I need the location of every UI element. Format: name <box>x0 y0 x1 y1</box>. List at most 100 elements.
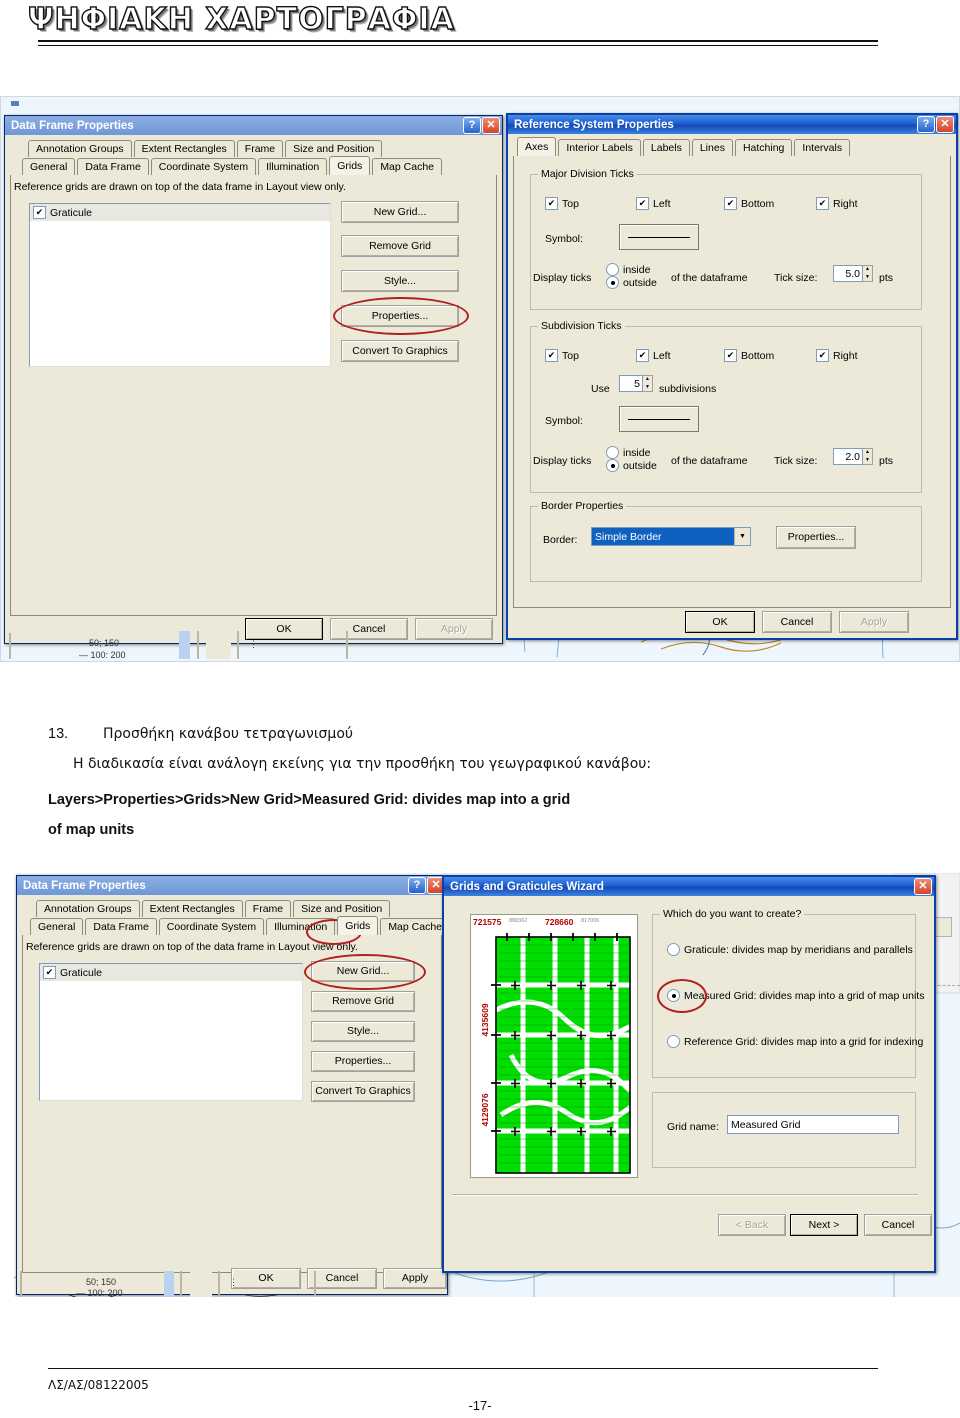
radio-icon[interactable] <box>667 943 680 956</box>
reference-system-properties-dialog[interactable]: Reference System Properties ? ✕ Axes Int… <box>506 113 958 640</box>
tab-map-cache[interactable]: Map Cache <box>372 158 443 175</box>
stepper-up-icon[interactable]: ▲ <box>643 376 652 384</box>
check-right[interactable]: ✔ Right <box>816 349 858 362</box>
checkbox-icon[interactable]: ✔ <box>545 197 558 210</box>
radio-icon[interactable] <box>606 276 619 289</box>
tab-annotation-groups[interactable]: Annotation Groups <box>36 900 140 917</box>
option-reference-grid[interactable]: Reference Grid: divides map into a grid … <box>667 1035 923 1048</box>
border-select[interactable]: Simple Border ▼ <box>591 527 751 546</box>
tab-general[interactable]: General <box>22 158 76 175</box>
option-measured-grid[interactable]: Measured Grid: divides map into a grid o… <box>667 989 924 1002</box>
data-frame-properties-dialog[interactable]: Data Frame Properties ? ✕ Annotation Gro… <box>4 115 503 644</box>
check-bottom[interactable]: ✔ Bottom <box>724 349 774 362</box>
check-top[interactable]: ✔ Top <box>545 349 579 362</box>
stepper-down-icon[interactable]: ▼ <box>863 274 872 282</box>
tab-labels[interactable]: Labels <box>642 139 690 156</box>
help-icon[interactable]: ? <box>917 116 935 133</box>
ok-button[interactable]: OK <box>231 1268 301 1289</box>
checkbox-icon[interactable]: ✔ <box>724 197 737 210</box>
cancel-button[interactable]: Cancel <box>307 1268 377 1289</box>
tab-extent-rectangles[interactable]: Extent Rectangles <box>141 900 243 917</box>
symbol-preview-button[interactable] <box>619 406 699 432</box>
tab-grids[interactable]: Grids <box>329 156 371 175</box>
stepper-arrows[interactable]: ▲ ▼ <box>863 265 873 282</box>
tick-size-stepper[interactable]: 5.0 ▲ ▼ <box>833 265 873 282</box>
ok-button[interactable]: OK <box>245 618 323 640</box>
subdivisions-stepper[interactable]: 5 ▲ ▼ <box>619 375 653 392</box>
legend-scroll-thumb[interactable] <box>179 631 190 659</box>
checkbox-icon[interactable]: ✔ <box>724 349 737 362</box>
stepper-down-icon[interactable]: ▼ <box>863 457 872 465</box>
tab-data-frame[interactable]: Data Frame <box>77 158 149 175</box>
grids-and-graticules-wizard-dialog[interactable]: Grids and Graticules Wizard ✕ 721575 888… <box>442 875 936 1273</box>
properties-button[interactable]: Properties... <box>341 305 459 327</box>
legend-scroll-thumb[interactable] <box>164 1271 174 1297</box>
help-icon[interactable]: ? <box>408 877 426 894</box>
radio-icon[interactable] <box>667 1035 680 1048</box>
radio-inside[interactable]: inside <box>606 263 650 276</box>
tab-coordinate-system[interactable]: Coordinate System <box>158 918 265 935</box>
tab-hatching[interactable]: Hatching <box>734 139 793 156</box>
radio-icon[interactable] <box>667 989 680 1002</box>
cancel-button[interactable]: Cancel <box>762 611 832 633</box>
border-properties-button[interactable]: Properties... <box>776 526 856 549</box>
tab-extent-rectangles[interactable]: Extent Rectangles <box>133 140 235 157</box>
cancel-button[interactable]: Cancel <box>330 618 408 640</box>
checkbox-icon[interactable]: ✔ <box>636 197 649 210</box>
list-item[interactable]: ✔ Graticule <box>40 964 302 981</box>
tab-map-cache[interactable]: Map Cache <box>380 918 451 935</box>
tab-size-and-position[interactable]: Size and Position <box>285 140 383 157</box>
tab-coordinate-system[interactable]: Coordinate System <box>150 158 257 175</box>
tab-lines[interactable]: Lines <box>691 139 733 156</box>
stepper-up-icon[interactable]: ▲ <box>863 449 872 457</box>
remove-grid-button[interactable]: Remove Grid <box>311 991 415 1012</box>
tick-size-value[interactable]: 2.0 <box>833 448 863 465</box>
close-icon[interactable]: ✕ <box>482 117 500 134</box>
checkbox-icon[interactable]: ✔ <box>33 206 46 219</box>
radio-icon[interactable] <box>606 446 619 459</box>
apply-button[interactable]: Apply <box>383 1268 447 1289</box>
grids-listbox[interactable]: ✔ Graticule <box>29 203 331 367</box>
tab-grids[interactable]: Grids <box>337 916 379 935</box>
stepper-up-icon[interactable]: ▲ <box>863 266 872 274</box>
ok-button[interactable]: OK <box>685 611 755 633</box>
style-button[interactable]: Style... <box>311 1021 415 1042</box>
checkbox-icon[interactable]: ✔ <box>816 197 829 210</box>
radio-inside[interactable]: inside <box>606 446 650 459</box>
cancel-button[interactable]: Cancel <box>864 1214 932 1236</box>
tab-axes[interactable]: Axes <box>517 137 557 156</box>
list-item[interactable]: ✔ Graticule <box>30 204 330 221</box>
option-graticule[interactable]: Graticule: divides map by meridians and … <box>667 943 913 956</box>
tab-data-frame[interactable]: Data Frame <box>85 918 157 935</box>
radio-outside[interactable]: outside <box>606 276 657 289</box>
close-icon[interactable]: ✕ <box>936 116 954 133</box>
stepper-arrows[interactable]: ▲ ▼ <box>643 375 653 392</box>
tab-general[interactable]: General <box>30 918 84 935</box>
check-top[interactable]: ✔ Top <box>545 197 579 210</box>
tab-frame[interactable]: Frame <box>236 140 284 157</box>
convert-to-graphics-button[interactable]: Convert To Graphics <box>341 340 459 362</box>
close-icon[interactable]: ✕ <box>914 878 932 895</box>
tab-frame[interactable]: Frame <box>244 900 292 917</box>
properties-button[interactable]: Properties... <box>311 1051 415 1072</box>
tab-illumination[interactable]: Illumination <box>258 158 328 175</box>
check-left[interactable]: ✔ Left <box>636 349 671 362</box>
stepper-arrows[interactable]: ▲ ▼ <box>863 448 873 465</box>
convert-to-graphics-button[interactable]: Convert To Graphics <box>311 1081 415 1102</box>
new-grid-button[interactable]: New Grid... <box>311 961 415 982</box>
grid-name-input[interactable]: Measured Grid <box>727 1115 899 1134</box>
check-left[interactable]: ✔ Left <box>636 197 671 210</box>
tick-size-value[interactable]: 5.0 <box>833 265 863 282</box>
checkbox-icon[interactable]: ✔ <box>636 349 649 362</box>
data-frame-properties-dialog[interactable]: Data Frame Properties ? ✕ Annotation Gro… <box>16 875 451 1295</box>
help-icon[interactable]: ? <box>463 117 481 134</box>
checkbox-icon[interactable]: ✔ <box>545 349 558 362</box>
symbol-preview-button[interactable] <box>619 224 699 250</box>
stepper-down-icon[interactable]: ▼ <box>643 384 652 392</box>
new-grid-button[interactable]: New Grid... <box>341 201 459 223</box>
tick-size-stepper[interactable]: 2.0 ▲ ▼ <box>833 448 873 465</box>
tab-illumination[interactable]: Illumination <box>266 918 336 935</box>
checkbox-icon[interactable]: ✔ <box>43 966 56 979</box>
tab-size-and-position[interactable]: Size and Position <box>293 900 391 917</box>
subdivisions-value[interactable]: 5 <box>619 375 643 392</box>
